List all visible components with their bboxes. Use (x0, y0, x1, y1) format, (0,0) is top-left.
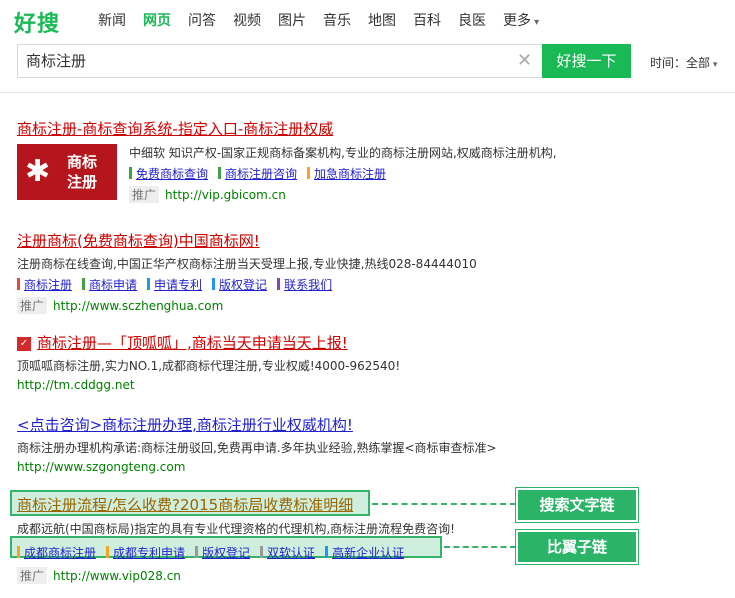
result-4: <点击咨询>商标注册办理,商标注册行业权威机构! 商标注册办理机构承诺:商标注册… (17, 414, 497, 474)
result-meta: 推广 http://vip.gbicom.cn (129, 186, 557, 203)
annotation-label: 比翼子链 (516, 530, 638, 564)
result-title[interactable]: <点击咨询>商标注册办理,商标注册行业权威机构! (17, 414, 497, 435)
result-ad-5: 商标注册流程/怎么收费?2015商标局收费标准明细 成都远航(中国商标局)指定的… (17, 494, 455, 584)
promo-tag: 推广 (17, 567, 48, 584)
logo-text: 好搜 (14, 12, 61, 37)
nav-more[interactable]: 更多 (503, 10, 539, 30)
vertical-nav: 新闻 网页 问答 视频 图片 音乐 地图 百科 良医 更多 (98, 10, 556, 30)
result-ad-1: 商标注册-商标查询系统-指定入口-商标注册权威 ✱ 商标 注册 中细软 知识产权… (17, 118, 617, 213)
search-row: 商标注册 ✕ 好搜一下 时间：全部 (17, 44, 735, 80)
result-title[interactable]: ✓ 商标注册—「顶呱呱」,商标当天申请当天上报! (17, 332, 400, 353)
sub-links: 免费商标查询 商标注册咨询 加急商标注册 (129, 165, 557, 182)
search-button[interactable]: 好搜一下 (542, 44, 631, 78)
result-desc: 注册商标在线查询,中国正华产权商标注册当天受理上报,专业快捷,热线028-844… (17, 257, 477, 271)
result-3: ✓ 商标注册—「顶呱呱」,商标当天申请当天上报! 顶呱呱商标注册,实力NO.1,成… (17, 332, 400, 392)
result-desc: 商标注册办理机构承诺:商标注册驳回,免费再申请.多年执业经验,熟练掌握<商标审查… (17, 441, 497, 455)
ad-image[interactable]: ✱ 商标 注册 (17, 144, 117, 200)
result-title[interactable]: 商标注册-商标查询系统-指定入口-商标注册权威 (17, 118, 617, 139)
result-meta: 推广 http://www.sczhenghua.com (17, 297, 477, 314)
sub-link[interactable]: 成都商标注册 (17, 544, 96, 561)
nav-images[interactable]: 图片 (278, 10, 306, 30)
sub-link[interactable]: 版权登记 (195, 544, 250, 561)
annotation-label: 搜索文字链 (516, 488, 638, 522)
sub-link[interactable]: 商标注册 (17, 276, 72, 293)
sub-link[interactable]: 商标申请 (82, 276, 137, 293)
logo-symbol-icon: ✱ (25, 154, 51, 189)
top-bar: 好搜 新闻 网页 问答 视频 图片 音乐 地图 百科 良医 更多 (0, 0, 735, 40)
nav-map[interactable]: 地图 (368, 10, 396, 30)
result-url[interactable]: http://www.szgongteng.com (17, 460, 497, 474)
result-title[interactable]: 商标注册流程/怎么收费?2015商标局收费标准明细 (17, 494, 455, 515)
result-desc: 顶呱呱商标注册,实力NO.1,成都商标代理注册,专业权威!4000-962540… (17, 359, 401, 373)
time-filter-dropdown[interactable]: 时间：全部 (650, 54, 717, 71)
sub-links: 商标注册 商标申请 申请专利 版权登记 联系我们 (17, 276, 477, 293)
result-url[interactable]: http://vip.gbicom.cn (165, 188, 286, 202)
nav-baike[interactable]: 百科 (413, 10, 441, 30)
search-input[interactable]: 商标注册 (17, 44, 551, 78)
result-url[interactable]: http://www.sczhenghua.com (53, 299, 223, 313)
sub-link[interactable]: 申请专利 (147, 276, 202, 293)
divider (0, 92, 735, 93)
nav-music[interactable]: 音乐 (323, 10, 351, 30)
nav-liangyi[interactable]: 良医 (458, 10, 486, 30)
result-desc: 中细软 知识产权-国家正规商标备案机构,专业的商标注册网站,权威商标注册机构, (129, 146, 557, 160)
sub-link[interactable]: 高新企业认证 (325, 544, 404, 561)
sub-link[interactable]: 联系我们 (277, 276, 332, 293)
close-icon[interactable]: ✕ (517, 50, 532, 71)
result-url[interactable]: http://tm.cddgg.net (17, 378, 400, 392)
result-meta: 推广 http://www.vip028.cn (17, 567, 455, 584)
nav-video[interactable]: 视频 (233, 10, 261, 30)
result-ad-2: 注册商标(免费商标查询)中国商标网! 注册商标在线查询,中国正华产权商标注册当天… (17, 230, 477, 314)
nav-web[interactable]: 网页 (143, 10, 171, 30)
sub-link[interactable]: 免费商标查询 (129, 165, 208, 182)
sub-link[interactable]: 双软认证 (260, 544, 315, 561)
haosou-logo[interactable]: 好搜 (14, 6, 60, 38)
nav-qa[interactable]: 问答 (188, 10, 216, 30)
sub-link[interactable]: 商标注册咨询 (218, 165, 297, 182)
result-body: 中细软 知识产权-国家正规商标备案机构,专业的商标注册网站,权威商标注册机构, … (129, 144, 557, 203)
result-url[interactable]: http://www.vip028.cn (53, 569, 181, 583)
site-favicon-icon: ✓ (17, 336, 31, 351)
sub-link[interactable]: 加急商标注册 (307, 165, 386, 182)
sub-links: 成都商标注册 成都专利申请 版权登记 双软认证 高新企业认证 (17, 544, 455, 561)
ad-image-text: 商标 注册 (67, 153, 98, 191)
result-title-text: 商标注册—「顶呱呱」,商标当天申请当天上报! (37, 334, 348, 352)
result-title[interactable]: 注册商标(免费商标查询)中国商标网! (17, 230, 477, 251)
promo-tag: 推广 (129, 186, 160, 203)
promo-tag: 推广 (17, 297, 48, 314)
sub-link[interactable]: 版权登记 (212, 276, 267, 293)
sub-link[interactable]: 成都专利申请 (106, 544, 185, 561)
result-desc: 成都远航(中国商标局)指定的具有专业代理资格的代理机构,商标注册流程免费咨询! (17, 522, 455, 536)
nav-news[interactable]: 新闻 (98, 10, 126, 30)
